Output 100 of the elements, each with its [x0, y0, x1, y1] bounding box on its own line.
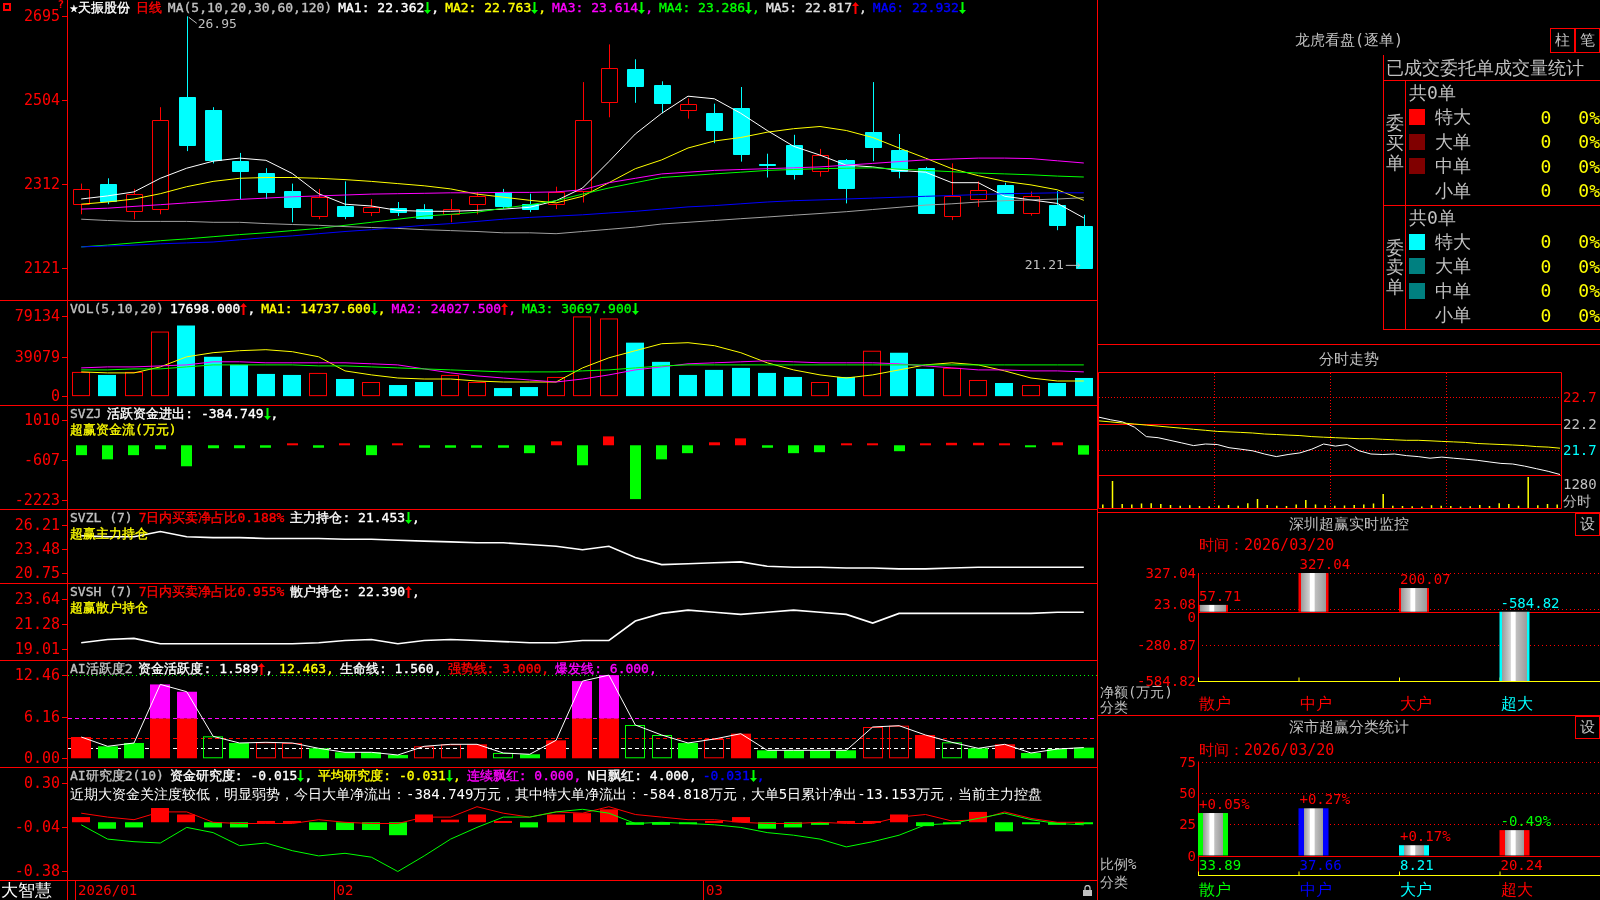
research-bar [441, 819, 459, 823]
axis-label: 25 [1179, 816, 1196, 833]
value-label: 8.21 [1400, 857, 1434, 873]
change-label: +0.27% [1299, 791, 1351, 808]
order-count: 0 [1539, 106, 1553, 128]
value-label: 33.89 [1199, 857, 1242, 873]
research-bar [389, 822, 407, 836]
research-bar [890, 814, 908, 823]
axis-label: 22.2 [1563, 415, 1597, 432]
fund-flow-bar [419, 445, 430, 448]
category-label: 大户 [1400, 694, 1432, 713]
value-label: 20.24 [1500, 857, 1543, 873]
research-bar [943, 822, 961, 825]
axis-label: 2695 [23, 7, 60, 26]
time-label: 时间：2026/03/20 [1199, 536, 1335, 554]
legend-text: 强势线: 3.000, [447, 661, 550, 676]
legend-text: MA3: 23.614 [552, 0, 639, 15]
order-share: 0% [1577, 280, 1600, 302]
research-bar [98, 822, 116, 829]
order-share: 0% [1577, 155, 1600, 177]
mode-button[interactable]: 笔 [1575, 28, 1600, 53]
share-bar [1399, 845, 1429, 856]
order-count: 0 [1539, 304, 1553, 326]
legend-text: 生命线: 1.560, [339, 661, 442, 676]
date-label: 02 [336, 882, 354, 898]
candle [1076, 214, 1093, 269]
legend-text: N日飘红: 4.000, [587, 768, 697, 783]
fund-flow-bar [999, 443, 1010, 446]
research-bar [863, 820, 881, 823]
fund-flow-bar [709, 442, 720, 446]
activity-bar [150, 684, 170, 719]
analysis-note: 近期大资金关注度较低，明显弱势，今日大单净流出：-384.749万元，其中特大单净流出：-584.818万元，大单5日累计净出-13.153万元，当前主力控盘 [70, 786, 1043, 802]
research-bar [257, 820, 275, 823]
legend-text: 17698.000 [169, 301, 241, 316]
settings-button[interactable]: 设 [1575, 716, 1600, 739]
axis-label: -0.38 [14, 862, 60, 880]
candle [126, 188, 143, 220]
research-bar [784, 822, 802, 828]
legend-text: , [412, 510, 420, 525]
stats-title: 已成交委托单成交量统计 [1384, 55, 1600, 81]
legend-text: 12.463, [279, 661, 334, 676]
axis-label: 26.21 [14, 516, 60, 535]
research-bar [72, 817, 90, 823]
legend-text: , [304, 768, 313, 783]
net-amount-bar [1499, 611, 1530, 681]
fund-flow-bar [524, 445, 535, 454]
research-bar [626, 822, 644, 825]
fund-flow-bar [973, 442, 984, 446]
category-label: 中户 [1299, 880, 1332, 899]
fund-flow-bar [445, 445, 456, 448]
axis-label: 20.75 [14, 563, 60, 582]
axis-label: 23.48 [14, 540, 60, 559]
legend-text: AI活跃度2 [70, 661, 133, 676]
settings-button[interactable]: 设 [1575, 513, 1600, 536]
order-type-label: 大单 [1435, 254, 1472, 279]
axis-caption: 比例% [1100, 856, 1137, 872]
indicator-title: 超赢散户持仓 [70, 600, 148, 615]
research-bar [547, 814, 565, 823]
fund-flow-bar [1078, 445, 1089, 455]
legend-text: 资金研究度: -0.015 [169, 768, 298, 783]
fund-flow-bar [577, 445, 588, 466]
research-bar [600, 809, 618, 823]
research-bar [1075, 822, 1093, 825]
order-type-label: 中单 [1435, 278, 1472, 303]
volume-scale-label: 1280 [1563, 476, 1597, 492]
legend-text: , [859, 0, 867, 15]
research-bar [969, 811, 987, 823]
axis-label: 23.64 [14, 589, 60, 608]
square-icon [3, 3, 11, 11]
fund-flow-bar [1025, 445, 1036, 448]
fund-flow-bar [287, 443, 298, 446]
fund-flow-bar [762, 445, 773, 448]
mode-button[interactable]: 柱 [1550, 28, 1575, 53]
legend-text: , [756, 768, 765, 783]
axis-label: 2504 [23, 91, 60, 110]
research-bar [732, 817, 750, 823]
research-bar [758, 822, 776, 829]
order-share: 0% [1577, 106, 1600, 128]
axis-label: 19.01 [14, 640, 60, 659]
category-label: 大户 [1400, 880, 1432, 899]
legend-text: MA4: 23.286 [658, 0, 746, 15]
axis-label: 0 [50, 387, 60, 405]
legend-text: AI研究度2(10) [70, 768, 164, 783]
legend-text: MA3: 30697.900 [522, 301, 632, 316]
value-label: -584.82 [1500, 594, 1560, 611]
legend-text: , [377, 301, 386, 316]
axis-label: 79134 [14, 307, 60, 326]
share-bar [1198, 813, 1228, 856]
research-bar [811, 822, 829, 825]
research-bar [1022, 822, 1040, 825]
category-label: 散户 [1199, 694, 1231, 713]
axis-label: 12.46 [14, 666, 60, 685]
legend-text: 爆发线: 6.000, [555, 661, 657, 676]
legend-text: , [270, 406, 279, 421]
share-bar [1499, 830, 1530, 856]
net-amount-bar [1198, 604, 1228, 612]
research-bar [415, 814, 433, 823]
research-bar [837, 820, 855, 823]
order-type-label: 中单 [1435, 154, 1472, 179]
fund-flow-bar [1052, 442, 1063, 446]
